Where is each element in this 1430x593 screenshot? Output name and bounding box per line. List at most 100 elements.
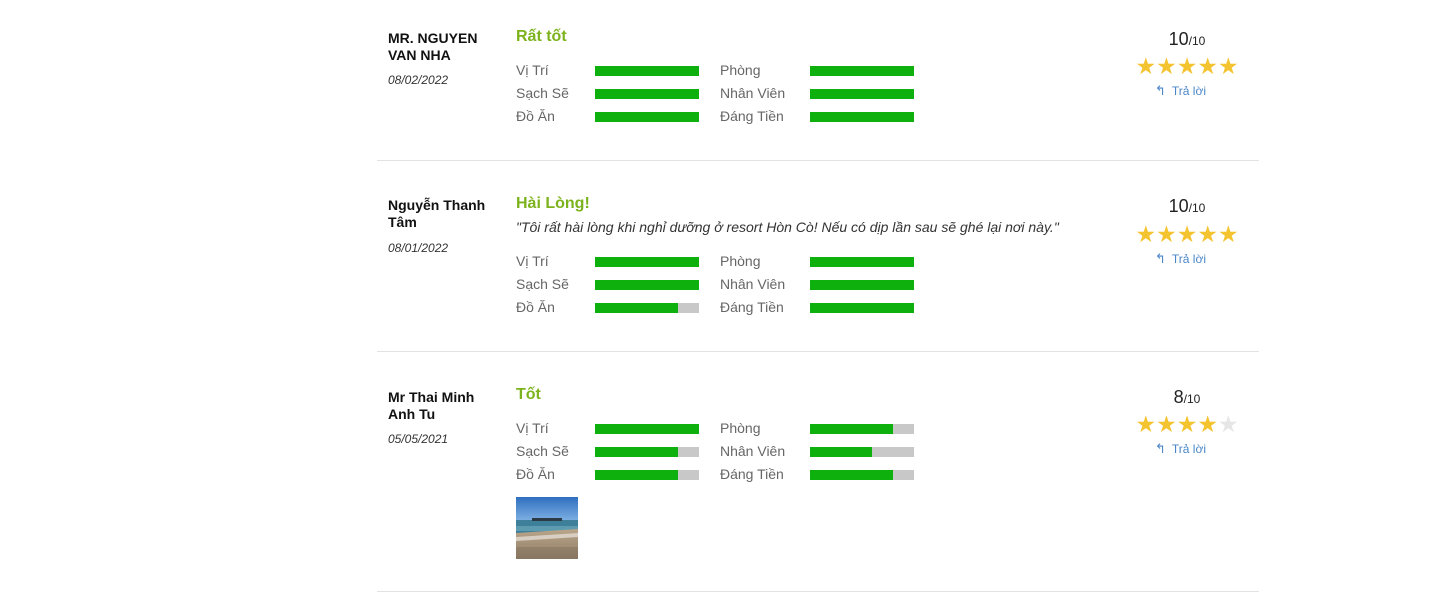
review-photo-thumbnail[interactable] xyxy=(516,497,578,559)
review-title: Tốt xyxy=(516,386,541,403)
criterion-bar-fill xyxy=(810,257,914,267)
criterion-bar xyxy=(595,470,699,480)
review-score: 8/10 xyxy=(1137,387,1237,408)
review-comment: "Tôi rất hài lòng khi nghỉ dưỡng ở resor… xyxy=(516,219,1059,235)
criterion-label: Đáng Tiền xyxy=(720,108,784,124)
criterion-bar-fill xyxy=(810,447,873,457)
reply-link[interactable]: ↰ Trả lời xyxy=(1155,441,1206,457)
criterion-bar-fill xyxy=(810,89,914,99)
star-filled-icon: ★ xyxy=(1197,53,1218,79)
score-value: 10 xyxy=(1168,29,1189,49)
criterion-bar xyxy=(810,447,914,457)
criterion-bar-fill xyxy=(595,257,699,267)
review-item: Mr Thai Minh Anh Tu 05/05/2021 Tốt Vị Tr… xyxy=(377,352,1259,592)
reply-label: Trả lời xyxy=(1171,252,1206,266)
criterion-bar-fill xyxy=(595,303,679,313)
criterion-bar xyxy=(595,424,699,434)
score-max: /10 xyxy=(1183,392,1201,406)
criterion-label: Nhân Viên xyxy=(720,276,786,292)
criterion-label: Vị Trí xyxy=(516,253,549,269)
score-max: /10 xyxy=(1188,201,1206,215)
criterion-bar xyxy=(810,424,914,434)
star-filled-icon: ★ xyxy=(1156,411,1177,437)
criterion-label: Đồ Ăn xyxy=(516,299,555,315)
criterion-bar-fill xyxy=(595,280,699,290)
criterion-bar-fill xyxy=(595,89,699,99)
review-date: 08/01/2022 xyxy=(388,241,449,255)
reply-arrow-icon: ↰ xyxy=(1155,441,1166,456)
star-filled-icon: ★ xyxy=(1135,53,1157,79)
criterion-label: Phòng xyxy=(720,62,761,78)
criterion-bar-fill xyxy=(810,66,914,76)
criterion-bar-fill xyxy=(810,280,914,290)
criterion-label: Sạch Sẽ xyxy=(516,443,569,459)
star-filled-icon: ★ xyxy=(1156,221,1177,247)
star-filled-icon: ★ xyxy=(1135,221,1157,247)
review-score: 10/10 xyxy=(1137,196,1237,217)
criterion-label: Sạch Sẽ xyxy=(516,85,569,101)
reply-arrow-icon: ↰ xyxy=(1155,83,1166,98)
criterion-bar-fill xyxy=(595,447,679,457)
criterion-bar xyxy=(810,112,914,122)
star-rating: ★★★★★ xyxy=(1129,411,1245,437)
criterion-bar xyxy=(595,66,699,76)
criterion-label: Đồ Ăn xyxy=(516,466,555,482)
star-rating: ★★★★★ xyxy=(1129,221,1245,247)
star-empty-icon: ★ xyxy=(1217,411,1239,437)
criterion-bar xyxy=(595,89,699,99)
criterion-bar-fill xyxy=(595,470,679,480)
review-title: Hài Lòng! xyxy=(516,195,590,212)
criterion-bar-fill xyxy=(810,112,914,122)
star-rating: ★★★★★ xyxy=(1129,53,1245,79)
score-value: 10 xyxy=(1168,196,1189,216)
criterion-label: Đồ Ăn xyxy=(516,108,555,124)
review-title: Rất tốt xyxy=(516,28,567,45)
criterion-label: Phòng xyxy=(720,420,761,436)
beach-photo xyxy=(516,497,578,559)
reply-link[interactable]: ↰ Trả lời xyxy=(1155,251,1206,267)
criterion-bar xyxy=(810,66,914,76)
criterion-bar xyxy=(810,257,914,267)
review-score: 10/10 xyxy=(1137,29,1237,50)
criterion-bar xyxy=(595,303,699,313)
criterion-label: Nhân Viên xyxy=(720,85,786,101)
score-value: 8 xyxy=(1173,387,1184,407)
criterion-label: Phòng xyxy=(720,253,761,269)
criterion-bar xyxy=(810,303,914,313)
review-item: Nguyễn Thanh Tâm 08/01/2022 Hài Lòng! "T… xyxy=(377,161,1259,352)
criterion-bar xyxy=(810,280,914,290)
criterion-bar-fill xyxy=(810,424,894,434)
star-filled-icon: ★ xyxy=(1197,221,1218,247)
criterion-bar xyxy=(810,470,914,480)
criterion-bar xyxy=(595,280,699,290)
criterion-label: Sạch Sẽ xyxy=(516,276,569,292)
reply-link[interactable]: ↰ Trả lời xyxy=(1155,83,1206,99)
star-filled-icon: ★ xyxy=(1176,53,1198,79)
star-filled-icon: ★ xyxy=(1176,411,1198,437)
criterion-bar-fill xyxy=(810,303,914,313)
criterion-bar xyxy=(595,447,699,457)
criterion-bar-fill xyxy=(595,424,699,434)
review-item: MR. NGUYEN VAN NHA 08/02/2022 Rất tốt Vị… xyxy=(377,0,1259,161)
criterion-bar xyxy=(595,257,699,267)
criterion-bar-fill xyxy=(595,112,699,122)
criterion-label: Vị Trí xyxy=(516,420,549,436)
star-filled-icon: ★ xyxy=(1135,411,1157,437)
star-filled-icon: ★ xyxy=(1197,411,1218,437)
reviewer-name: MR. NGUYEN VAN NHA xyxy=(388,30,478,63)
criterion-label: Nhân Viên xyxy=(720,443,786,459)
criterion-bar xyxy=(810,89,914,99)
star-filled-icon: ★ xyxy=(1176,221,1198,247)
criterion-bar-fill xyxy=(810,470,894,480)
criterion-bar xyxy=(595,112,699,122)
reply-label: Trả lời xyxy=(1171,84,1206,98)
star-filled-icon: ★ xyxy=(1217,53,1239,79)
reply-label: Trả lời xyxy=(1171,442,1206,456)
score-max: /10 xyxy=(1188,34,1206,48)
reply-arrow-icon: ↰ xyxy=(1155,251,1166,266)
criterion-label: Vị Trí xyxy=(516,62,549,78)
criterion-label: Đáng Tiền xyxy=(720,466,784,482)
criterion-bar-fill xyxy=(595,66,699,76)
star-filled-icon: ★ xyxy=(1156,53,1177,79)
criterion-label: Đáng Tiền xyxy=(720,299,784,315)
